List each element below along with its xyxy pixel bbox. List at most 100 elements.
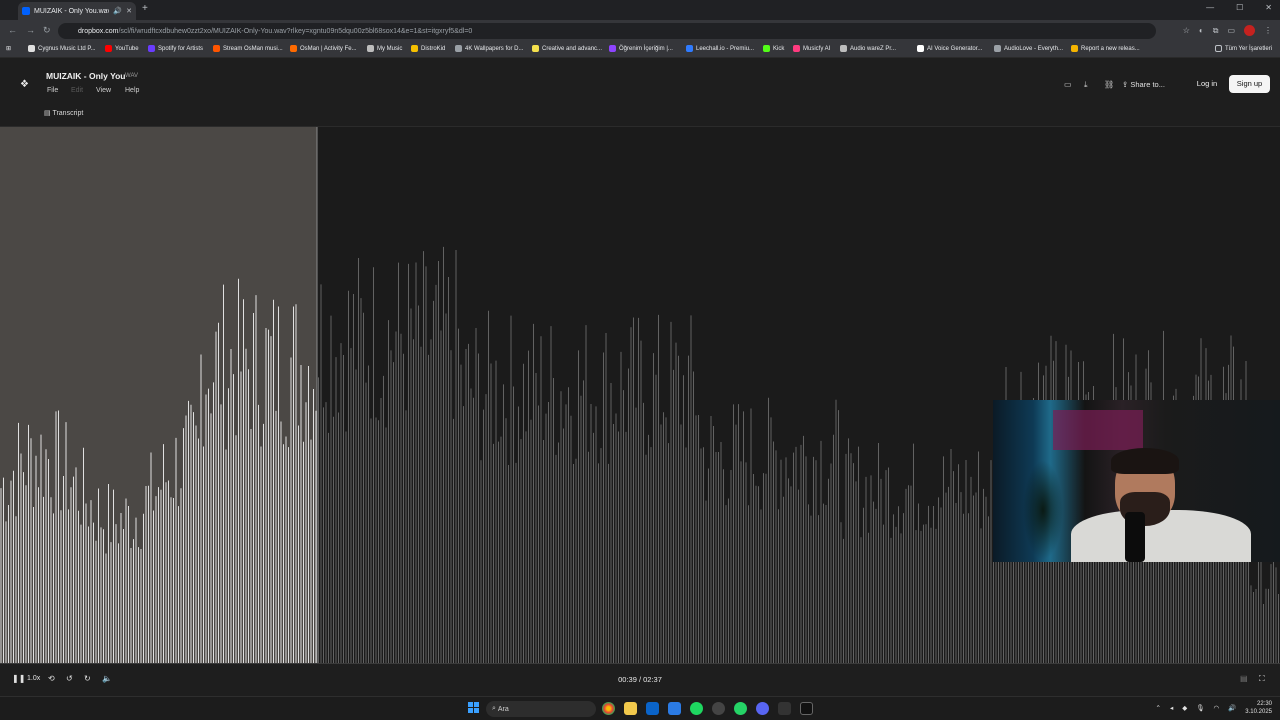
chrome-icon[interactable] (602, 702, 615, 715)
chevron-up-icon[interactable]: ⌃ (1156, 704, 1161, 712)
search-placeholder: Ara (497, 705, 509, 713)
bookmark-item[interactable]: Musicfy AI (793, 45, 830, 52)
app-icon[interactable] (778, 702, 791, 715)
bookmark-label: Report a new releas... (1081, 45, 1140, 52)
minimize-icon[interactable]: — (1206, 3, 1214, 12)
wallpaper-icon (455, 45, 462, 52)
maximize-icon[interactable]: ☐ (1236, 3, 1243, 12)
bookmark-label: Audio wareZ Pr... (850, 45, 897, 52)
activity-icon (290, 45, 297, 52)
login-button[interactable]: Log in (1189, 75, 1225, 93)
spotify-icon[interactable] (690, 702, 703, 715)
reload-icon[interactable]: ↻ (43, 25, 51, 36)
url-host: dropbox.com (78, 27, 119, 35)
all-bookmarks-folder[interactable]: Tüm Yer İşaretleri (1215, 45, 1272, 52)
spotify-artists-icon (148, 45, 155, 52)
leechall-icon (686, 45, 693, 52)
menu-file[interactable]: File (47, 87, 58, 94)
youtube-icon (105, 45, 112, 52)
bookmark-item[interactable]: Spotify for Artists (148, 45, 203, 52)
extension-icon[interactable]: ◐ (1199, 26, 1204, 35)
volume-tray-icon[interactable]: 🔊 (1228, 704, 1236, 712)
tray-app-icon[interactable]: ◆ (1182, 704, 1187, 712)
new-tab-button[interactable]: + (142, 3, 148, 14)
waveform-viewer[interactable] (0, 127, 1280, 663)
windows-start-icon[interactable] (468, 702, 480, 714)
bookmark-star-icon[interactable]: ☆ (1183, 26, 1190, 35)
transcript-button[interactable]: ▤ Transcript (44, 109, 83, 117)
taskbar-search[interactable]: ⌕ Ara (486, 701, 596, 717)
signup-button[interactable]: Sign up (1229, 75, 1270, 93)
waveform[interactable] (0, 127, 1280, 663)
close-tab-icon[interactable]: ✕ (126, 7, 132, 15)
bookmark-item[interactable]: Creative and advanc... (532, 45, 602, 52)
bookmark-label: Spotify for Artists (158, 45, 204, 52)
bookmark-label: OsMan | Activity Fe... (300, 45, 357, 52)
dropbox-favicon-icon (22, 7, 30, 15)
puzzle-icon[interactable]: ⧉ (1213, 26, 1219, 36)
address-bar[interactable]: dropbox.com/scl/fi/wrudftcxdbuhew0zzt2xo… (58, 23, 1156, 39)
steam-icon[interactable] (712, 702, 725, 715)
bookmark-item[interactable]: Cygnus Music Ltd P... (28, 45, 96, 52)
bookmark-item[interactable]: Kick (763, 45, 784, 52)
webcam-microphone (1125, 512, 1145, 562)
download-icon[interactable]: ⤓ (1084, 80, 1088, 90)
bookmark-item[interactable]: My Music (367, 45, 402, 52)
system-tray: ⌃ ◂ ◆ 🎙 ◠ 🔊 22:30 3.10.2025 (1156, 700, 1272, 716)
fullscreen-icon[interactable]: ⛶ (1259, 674, 1265, 684)
bookmark-label: Stream OsMan musi... (223, 45, 283, 52)
webcam-shelf (1053, 410, 1143, 450)
comment-icon[interactable]: ▭ (1064, 80, 1072, 89)
microphone-icon[interactable]: 🎙 (1196, 704, 1204, 712)
bookmark-item[interactable]: AudioLove - Everyth... (994, 45, 1063, 52)
bookmark-item[interactable]: Report a new releas... (1071, 45, 1140, 52)
menu-help[interactable]: Help (125, 87, 139, 94)
bookmark-item[interactable]: Öğrenim İçeriğim |... (609, 45, 673, 52)
share-button[interactable]: ⇪ Share to... (1122, 80, 1165, 89)
bookmark-item[interactable]: Leechall.io - Premiu... (686, 45, 754, 52)
apps-grid-icon[interactable]: ⊞ (6, 45, 11, 52)
outlook-icon[interactable] (646, 702, 659, 715)
bookmark-label: AudioLove - Everyth... (1004, 45, 1064, 52)
browser-toolbar: ← → ↻ dropbox.com/scl/fi/wrudftcxdbuhew0… (0, 20, 1280, 42)
bookmark-item[interactable]: 4K Wallpapers for D... (455, 45, 523, 52)
browser-tab[interactable]: MUIZAIK - Only You.wav 🔊 ✕ (18, 2, 136, 20)
bookmark-item[interactable]: AI Voice Generator... (917, 45, 982, 52)
link-icon[interactable]: ⛓ (1104, 80, 1114, 89)
ai-voice-icon (917, 45, 924, 52)
bookmark-label: Kick (773, 45, 785, 52)
bookmark-item[interactable]: DistroKid (411, 45, 445, 52)
file-explorer-icon[interactable] (624, 702, 637, 715)
back-icon[interactable]: ← (8, 25, 17, 35)
cast-icon[interactable]: ▭ (1227, 26, 1235, 35)
bookmark-label: Musicfy AI (803, 45, 831, 52)
discord-icon[interactable] (756, 702, 769, 715)
wifi-icon[interactable]: ◠ (1214, 704, 1220, 712)
menu-edit: Edit (71, 87, 84, 94)
bookmark-item[interactable]: Audio wareZ Pr... (840, 45, 896, 52)
menu-view[interactable]: View (96, 87, 111, 94)
avatar[interactable] (1244, 25, 1255, 36)
captions-icon[interactable]: ▤ (1240, 674, 1248, 683)
tray-app-icon[interactable]: ◂ (1170, 704, 1173, 712)
app-icon[interactable] (668, 702, 681, 715)
dropbox-logo-icon[interactable]: ❖ (20, 79, 29, 90)
bookmark-item[interactable]: YouTube (105, 45, 139, 52)
app-header: ❖ MUIZAIK - Only You WAV File Edit View … (0, 58, 1280, 127)
bookmark-label: DistroKid (421, 45, 446, 52)
clock[interactable]: 22:30 3.10.2025 (1245, 700, 1272, 716)
obs-icon[interactable] (800, 702, 813, 715)
bookmark-item[interactable]: OsMan | Activity Fe... (290, 45, 357, 52)
soundcloud-icon (213, 45, 220, 52)
menu-dots-icon[interactable]: ⋮ (1264, 26, 1272, 35)
bookmark-label: Leechall.io - Premiu... (696, 45, 755, 52)
audiolove-icon (994, 45, 1001, 52)
close-window-icon[interactable]: ✕ (1265, 3, 1272, 12)
speaker-icon[interactable]: 🔊 (113, 7, 122, 15)
bookmark-item[interactable]: Stream OsMan musi... (213, 45, 283, 52)
whatsapp-icon[interactable] (734, 702, 747, 715)
forward-icon[interactable]: → (26, 25, 35, 35)
bookmark-favicon-icon (28, 45, 35, 52)
bookmark-label: Cygnus Music Ltd P... (38, 45, 96, 52)
time-display: 00:39 / 02:37 (618, 675, 662, 684)
